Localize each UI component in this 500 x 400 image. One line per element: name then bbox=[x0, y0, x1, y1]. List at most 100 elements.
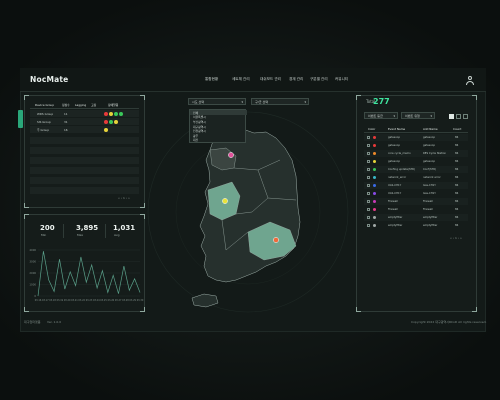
table-row[interactable]: gatesoop gatesoop 86 bbox=[364, 158, 468, 165]
event-name-cell: gatesoop bbox=[388, 135, 401, 139]
event-color-dot bbox=[373, 175, 377, 179]
event-add-cell: network error bbox=[423, 175, 441, 179]
event-pager[interactable]: « ‹ 1 › » bbox=[450, 236, 462, 240]
region-select[interactable]: 시도 선택 ▾ bbox=[188, 98, 246, 105]
grid-view-icon[interactable] bbox=[449, 114, 454, 119]
event-color-dot bbox=[373, 207, 377, 211]
event-type-filter[interactable]: 이벤트 유형 ▾ bbox=[401, 112, 435, 119]
table-row[interactable]: gatesoop gatesoop 86 bbox=[364, 134, 468, 141]
event-color-dot bbox=[373, 167, 377, 171]
event-add-cell: Firewall bbox=[423, 199, 433, 203]
chevron-down-icon: ▾ bbox=[304, 100, 306, 104]
event-color-dot bbox=[373, 159, 377, 163]
event-add-cell: gatesoop bbox=[423, 135, 436, 139]
event-color-dot bbox=[373, 135, 377, 139]
table-row[interactable]: network_error network error 86 bbox=[364, 174, 468, 181]
event-name-cell: Firewall bbox=[388, 207, 398, 211]
dropdown-option[interactable]: 광주 bbox=[193, 134, 198, 138]
event-name-cell: Confing update(STR) bbox=[388, 167, 415, 171]
event-add-cell: gatesoop bbox=[423, 159, 436, 163]
event-name-cell: UAS-CH1Y bbox=[388, 183, 402, 187]
event-name-cell: emptyfilter bbox=[388, 223, 403, 227]
row-checkbox[interactable] bbox=[367, 183, 370, 187]
row-checkbox[interactable] bbox=[367, 215, 370, 219]
map-marker bbox=[273, 237, 279, 243]
chevron-down-icon: ▾ bbox=[393, 114, 395, 118]
event-total-value: 277 bbox=[373, 97, 390, 106]
row-checkbox[interactable] bbox=[367, 223, 370, 227]
event-header-color: Color bbox=[368, 127, 376, 131]
event-add-cell: Firewall bbox=[423, 207, 433, 211]
event-grade-filter[interactable]: 이벤트 등급 ▾ bbox=[364, 112, 398, 119]
event-count-cell: 86 bbox=[455, 191, 459, 195]
table-row[interactable]: emptyfilter emptyfilter 86 bbox=[364, 222, 468, 229]
event-add-cell: Gas-CH1Y bbox=[423, 191, 436, 195]
event-count-cell: 86 bbox=[455, 183, 459, 187]
dropdown-option[interactable]: 대전 bbox=[193, 138, 198, 142]
table-row[interactable]: core cycle_memo RES Cycle Station 86 bbox=[364, 150, 468, 157]
event-color-dot bbox=[373, 143, 377, 147]
event-color-dot bbox=[373, 191, 377, 195]
region-select-options: 전체 서울특별시 부산광역시 대구광역시 인천광역시 광주 대전 bbox=[189, 109, 247, 143]
event-color-dot bbox=[373, 183, 377, 187]
table-row[interactable]: UAS-CH1Y Gas-CH1Y 86 bbox=[364, 190, 468, 197]
row-checkbox[interactable] bbox=[367, 167, 370, 171]
map-marker bbox=[228, 152, 234, 158]
event-header-count: Count bbox=[453, 127, 462, 131]
event-header-add: Add Name bbox=[423, 127, 438, 131]
dropdown-option[interactable]: 전체 bbox=[193, 111, 198, 115]
event-color-dot bbox=[373, 223, 377, 227]
event-add-cell: emptyfilter bbox=[423, 215, 438, 219]
event-count-cell: 86 bbox=[455, 151, 459, 155]
event-color-dot bbox=[373, 151, 377, 155]
row-checkbox[interactable] bbox=[367, 151, 370, 155]
event-count-cell: 86 bbox=[455, 143, 459, 147]
event-header-name: Event Name bbox=[388, 127, 406, 131]
dropdown-option[interactable]: 대구광역시 bbox=[193, 125, 206, 129]
event-name-cell: core cycle_memo bbox=[388, 151, 411, 155]
dropdown-option[interactable]: 서울특별시 bbox=[193, 115, 206, 119]
event-count-cell: 86 bbox=[455, 199, 459, 203]
row-checkbox[interactable] bbox=[367, 135, 370, 139]
event-add-cell: Gas-CH1Y bbox=[423, 183, 436, 187]
footer-version: Ver. 1.0.0 bbox=[47, 320, 62, 324]
chevron-down-icon: ▾ bbox=[241, 100, 243, 104]
event-add-cell: Conf(STR) bbox=[423, 167, 437, 171]
table-row[interactable]: Confing update(STR) Conf(STR) 86 bbox=[364, 166, 468, 173]
event-count-cell: 86 bbox=[455, 207, 459, 211]
dropdown-option[interactable]: 부산광역시 bbox=[193, 120, 206, 124]
event-add-cell: RES Cycle Station bbox=[423, 151, 447, 155]
table-row[interactable]: Firewall Firewall 86 bbox=[364, 206, 468, 213]
row-checkbox[interactable] bbox=[367, 207, 370, 211]
event-count-cell: 86 bbox=[455, 159, 459, 163]
map-jeju bbox=[191, 293, 219, 308]
list-view-icon[interactable] bbox=[456, 114, 461, 119]
table-row[interactable]: emptyfilter emptyfilter 86 bbox=[364, 214, 468, 221]
row-checkbox[interactable] bbox=[367, 159, 370, 163]
event-count-cell: 86 bbox=[455, 223, 459, 227]
event-count-cell: 86 bbox=[455, 135, 459, 139]
row-checkbox[interactable] bbox=[367, 199, 370, 203]
row-checkbox[interactable] bbox=[367, 175, 370, 179]
event-name-cell: UAS-CH1Y bbox=[388, 191, 402, 195]
footer-copyright: Copyright 2022 대구광역시RCoD All rights rese… bbox=[411, 320, 487, 324]
event-name-cell: network_error bbox=[388, 175, 407, 179]
row-checkbox[interactable] bbox=[367, 143, 370, 147]
chevron-down-icon: ▾ bbox=[430, 114, 432, 118]
event-name-cell: emptyfilter bbox=[388, 215, 403, 219]
event-count-cell: 86 bbox=[455, 175, 459, 179]
table-row[interactable]: gatesoop gatesoop 86 bbox=[364, 142, 468, 149]
event-count-cell: 86 bbox=[455, 215, 459, 219]
map-marker bbox=[222, 198, 228, 204]
event-header-divider bbox=[364, 132, 468, 133]
dropdown-option[interactable]: 인천광역시 bbox=[193, 129, 206, 133]
table-view-icon[interactable] bbox=[463, 114, 468, 119]
table-row[interactable]: UAS-CH1Y Gas-CH1Y 86 bbox=[364, 182, 468, 189]
row-checkbox[interactable] bbox=[367, 191, 370, 195]
event-name-cell: gatesoop bbox=[388, 143, 401, 147]
footer-org: 대구업파랫폼 bbox=[24, 320, 41, 324]
event-color-dot bbox=[373, 215, 377, 219]
table-row[interactable]: Firewall Firewall 86 bbox=[364, 198, 468, 205]
district-select[interactable]: 구/군 선택 ▾ bbox=[251, 98, 309, 105]
event-name-cell: Firewall bbox=[388, 199, 398, 203]
